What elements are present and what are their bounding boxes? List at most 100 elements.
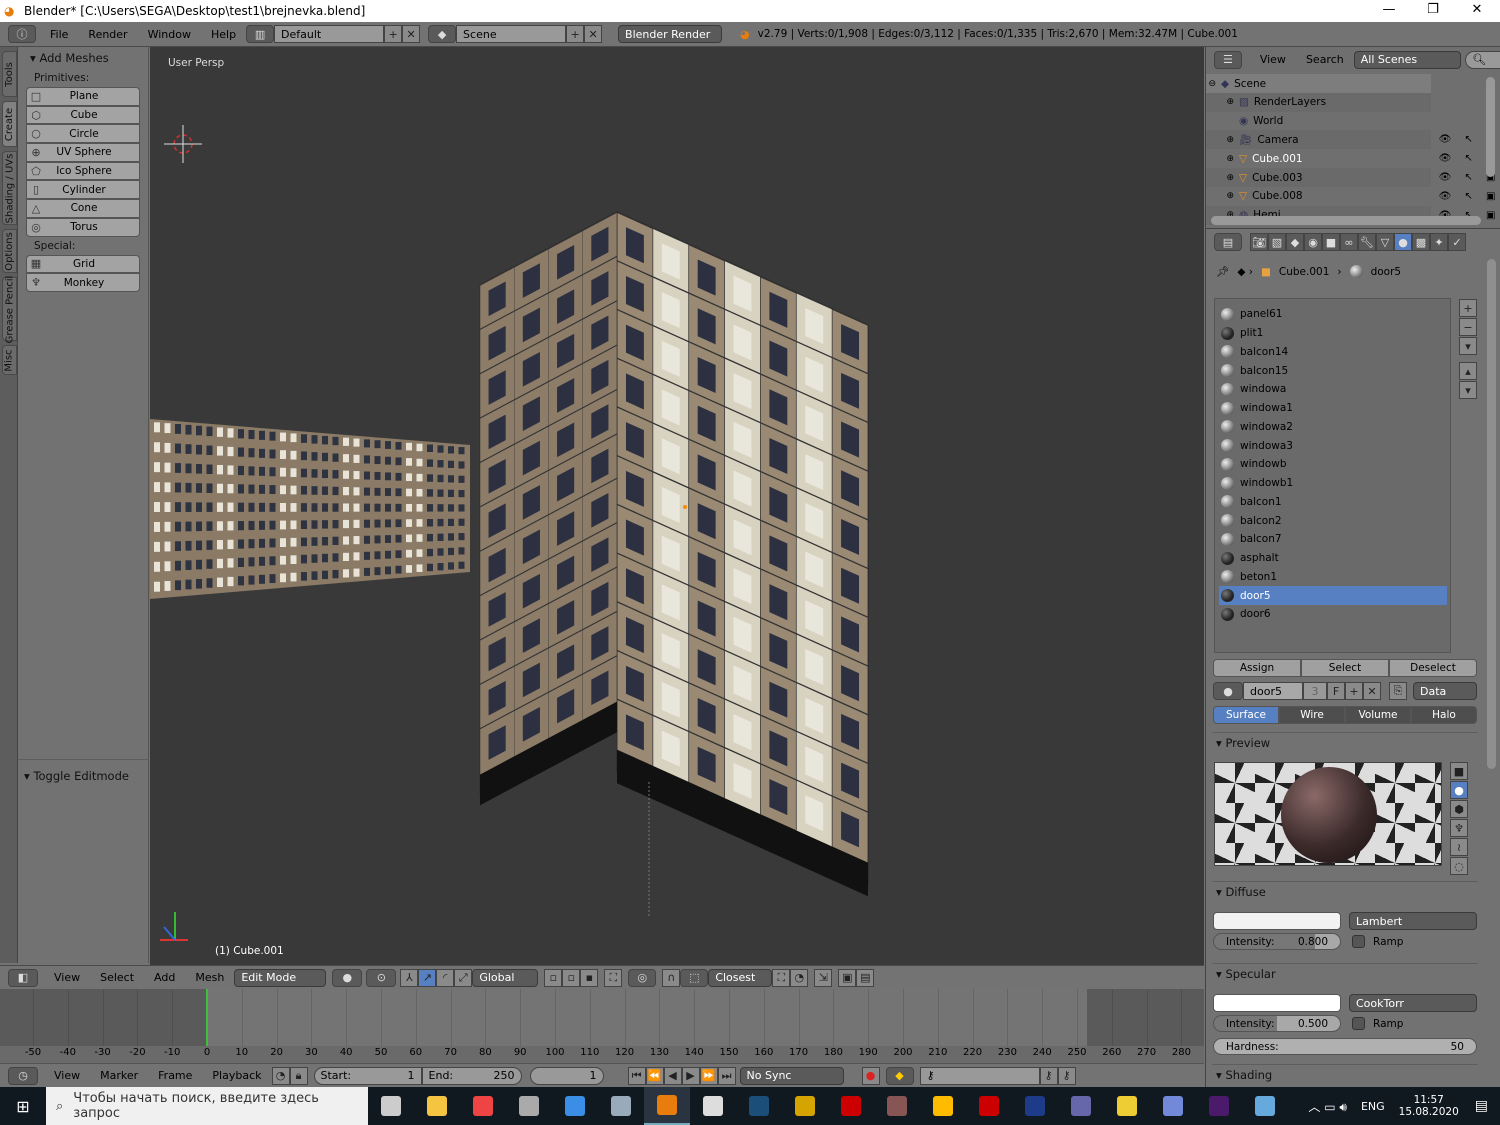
link-select[interactable]: Data [1413,682,1477,700]
toolshelf-tab[interactable]: Create [2,101,17,147]
menu-render[interactable]: Render [78,28,137,41]
toolshelf-tab[interactable]: Options [2,229,17,273]
selected-building-mesh[interactable] [479,210,869,897]
outliner-menu-search[interactable]: Search [1296,53,1354,66]
expand-icon[interactable]: ⊕ [1206,173,1234,183]
expand-icon[interactable]: ⊕ [1206,135,1234,145]
scene-field[interactable]: Scene [456,25,567,43]
close-button[interactable]: ✕ [1454,0,1500,22]
viewport-menu-add[interactable]: Add [144,971,185,984]
jump-end-icon[interactable]: ⏭ [717,1066,736,1085]
viewport-shading-icon[interactable]: ● [332,968,363,987]
jump-keyframe-back-icon[interactable]: ⏪ [645,1066,664,1085]
browse-material-icon[interactable]: ● [1213,682,1243,700]
language-indicator[interactable]: ENG [1361,1100,1385,1113]
material-users-count[interactable]: 3 [1303,682,1327,700]
screen-layout-field[interactable]: Default [274,25,385,43]
unlink-material-icon[interactable]: ✕ [1363,682,1381,700]
render-animation-icon[interactable]: ▤ [856,968,875,987]
material-tab-halo[interactable]: Halo [1411,706,1477,724]
preview-monkey-icon[interactable]: ♆ [1450,819,1468,837]
viewport-menu-view[interactable]: View [44,971,90,984]
mode-select[interactable]: Edit Mode [234,968,327,987]
material-slot[interactable]: beton1 [1219,568,1447,587]
specular-color-swatch[interactable] [1213,994,1341,1012]
selectable-arrow-icon[interactable]: ↖ [1464,172,1472,183]
add-meshes-panel-header[interactable]: ▾ Add Meshes [18,47,148,69]
material-slot[interactable]: door5 [1219,586,1447,605]
add-torus-button[interactable]: ◎ Torus [26,217,140,237]
outliner-search-input[interactable]: 🔍︎ [1465,50,1500,69]
outliner-filter-select[interactable]: All Scenes [1353,50,1462,69]
material-slot[interactable]: windowb [1219,455,1447,474]
translate-manipulator-icon[interactable]: ↗ [418,968,437,987]
specular-intensity-slider[interactable]: Intensity: 0.500 [1213,1015,1341,1032]
material-slot[interactable]: balcon7 [1219,530,1447,549]
outliner-item[interactable]: ⊕▽Cube.001👁︎↖▣ [1206,149,1495,168]
material-slot[interactable]: panel61 [1219,305,1447,324]
viewport-menu-mesh[interactable]: Mesh [185,971,234,984]
material-slot[interactable]: balcon14 [1219,343,1447,362]
filezilla-icon[interactable] [828,1087,874,1125]
move-up-icon[interactable]: ▴ [1459,362,1477,380]
add-cube-button[interactable]: ⬡ Cube [26,105,140,125]
screen-layout-icon[interactable]: ▥ [246,25,275,43]
outliner-item[interactable]: ⊕ ▽ Cube.003 👁︎ ↖ ▣ [1206,168,1495,187]
material-slot-list[interactable]: panel61 plit1 balcon14 balcon15 windowa windo… [1214,298,1451,653]
add-scene-icon[interactable]: + [566,25,585,43]
properties-tab-object-icon[interactable]: ■ [1322,233,1340,251]
keying-icon[interactable]: ◆ [885,1066,914,1085]
properties-tab-particles-icon[interactable]: ✦ [1430,233,1448,251]
layers-icon[interactable]: ⇲ [814,968,833,987]
material-slot[interactable]: asphalt [1219,549,1447,568]
preview-sphere-icon[interactable]: ● [1450,781,1468,799]
3d-cursor[interactable] [164,125,202,163]
outliner-item[interactable]: ⊕ ▽ Cube.008 👁︎ ↖ ▣ [1206,187,1495,206]
record-icon[interactable]: ● [861,1066,880,1085]
timeline-menu-frame[interactable]: Frame [148,1069,202,1082]
jump-keyframe-forward-icon[interactable]: ⏩ [699,1066,718,1085]
preview-flat-icon[interactable]: ■ [1450,762,1468,780]
preview-range-icon[interactable]: ◔ [271,1066,290,1085]
render-opengl-icon[interactable]: ▣ [838,968,857,987]
maximize-button[interactable]: ❐ [1410,0,1456,22]
taskbar-search-box[interactable]: ⌕ Чтобы начать поиск, введите здесь запро… [46,1087,368,1125]
toolshelf-tab[interactable]: Tools [2,51,17,97]
menu-file[interactable]: File [40,28,78,41]
material-slot[interactable]: windowa2 [1219,418,1447,437]
sync-select[interactable]: No Sync [739,1066,844,1085]
tray-icons[interactable]: ︿ ▭ 🔊︎ [1308,1098,1347,1115]
editor-type-outliner-icon[interactable]: ☰ [1214,50,1242,69]
add-cylinder-button[interactable]: ▯ Cylinder [26,180,140,200]
selectable-arrow-icon[interactable]: ↖ [1464,153,1472,164]
face-select-icon[interactable]: ▪ [580,968,599,987]
visibility-eye-icon[interactable]: 👁︎ [1439,172,1452,183]
expand-icon[interactable]: ⊕ [1206,97,1234,107]
diffuse-shader-select[interactable]: Lambert [1349,912,1477,930]
app-icon[interactable] [966,1087,1012,1125]
add-cone-button[interactable]: △ Cone [26,199,140,218]
preview-hair-icon[interactable]: ≀ [1450,838,1468,856]
outliner-menu-view[interactable]: View [1250,53,1296,66]
premiere-icon[interactable] [1196,1087,1242,1125]
add-grid-button[interactable]: ▦ Grid [26,254,140,274]
specular-ramp-checkbox[interactable]: Ramp [1352,1017,1403,1030]
orientation-select[interactable]: Global [472,968,539,987]
expand-icon[interactable]: ⊕ [1206,154,1234,164]
clock[interactable]: 11:57 15.08.2020 [1399,1094,1459,1118]
app-icon[interactable] [1104,1087,1150,1125]
remove-scene-icon[interactable]: ✕ [584,25,603,43]
diffuse-ramp-checkbox[interactable]: Ramp [1352,935,1403,948]
hardness-slider[interactable]: Hardness: 50 [1213,1038,1477,1055]
preview-cube-icon[interactable]: ⬢ [1450,800,1468,818]
add-screen-icon[interactable]: + [384,25,403,43]
properties-tab-constraints-icon[interactable]: ∞ [1340,233,1358,251]
render-camera-icon[interactable]: ▣ [1486,210,1495,221]
app-icon[interactable] [552,1087,598,1125]
jump-start-icon[interactable]: ⏮ [627,1066,646,1085]
minimize-button[interactable]: — [1366,0,1412,22]
select-button[interactable]: Select [1301,659,1389,677]
add-ico-sphere-button[interactable]: ⬠ Ico Sphere [26,161,140,181]
editor-type-timeline-icon[interactable]: ◷ [8,1066,38,1085]
menu-help[interactable]: Help [201,28,246,41]
